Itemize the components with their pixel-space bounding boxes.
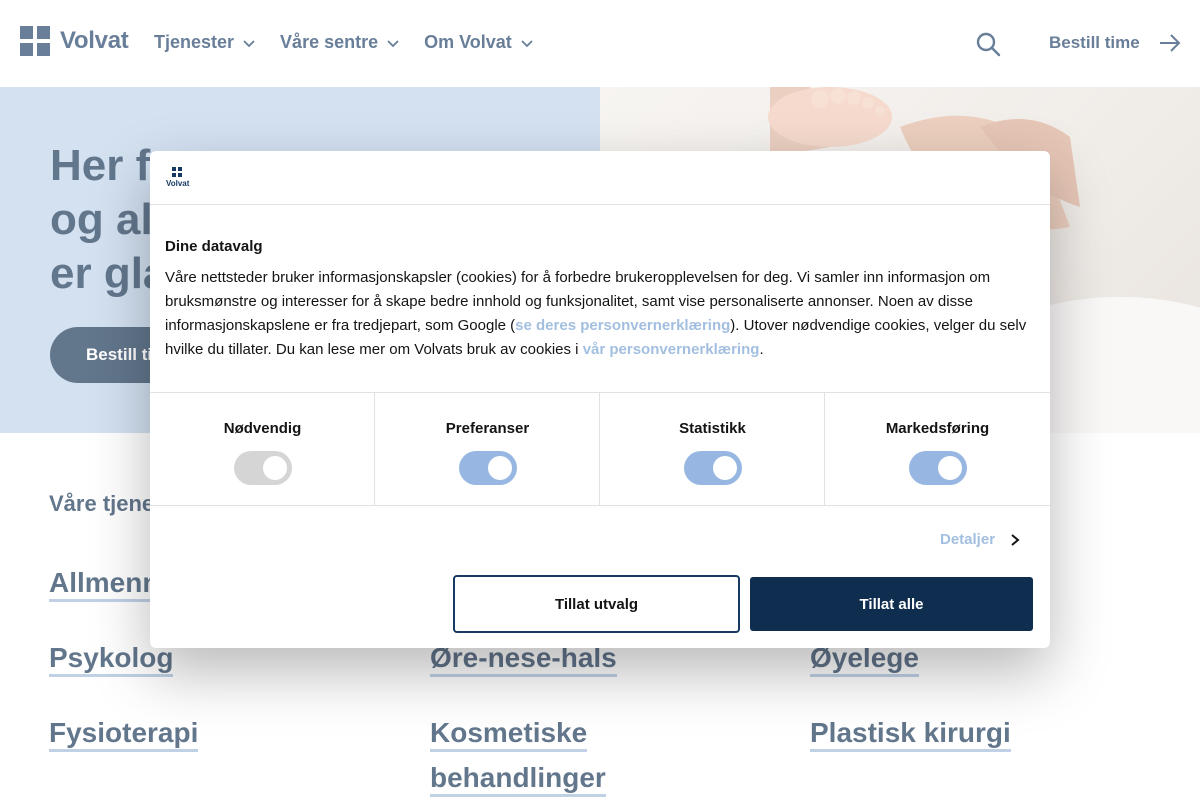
toggle-knob [713,456,737,480]
volvat-privacy-link[interactable]: vår personvernerklæring [583,341,760,358]
toggle-nodvendig [234,451,292,485]
consent-category-statistikk: Statistikk [600,393,825,505]
toggle-knob [263,456,287,480]
google-privacy-link[interactable]: se deres personvernerklæring [515,317,730,334]
toggle-knob [488,456,512,480]
details-link[interactable]: Detaljer [940,531,1021,548]
allow-all-button[interactable]: Tillat alle [750,577,1033,631]
toggle-knob [938,456,962,480]
chevron-right-icon [1011,533,1020,546]
category-label: Markedsføring [885,420,990,437]
category-label: Nødvendig [223,420,302,437]
toggle-preferanser[interactable] [459,451,517,485]
details-label: Detaljer [940,531,996,548]
toggle-statistikk[interactable] [684,451,742,485]
consent-text: . [759,341,764,358]
toggle-markedsforing[interactable] [909,451,967,485]
cookie-consent-dialog: Volvat Dine datavalg Våre nettsteder bru… [150,151,1050,648]
category-label: Statistikk [679,420,746,437]
consent-category-nodvendig: Nødvendig [150,393,375,505]
dialog-logo: Volvat [166,167,190,189]
consent-category-preferanser: Preferanser [375,393,600,505]
divider [150,505,1050,506]
consent-category-markedsforing: Markedsføring [825,393,1050,505]
dialog-logo-text: Volvat [166,179,190,188]
category-label: Preferanser [445,420,530,437]
consent-body-text: Våre nettsteder bruker informasjonskapsl… [165,266,1035,362]
consent-heading: Dine datavalg [165,238,263,255]
logo-icon [172,167,182,177]
allow-selection-button[interactable]: Tillat utvalg [453,575,740,633]
divider [150,204,1050,205]
